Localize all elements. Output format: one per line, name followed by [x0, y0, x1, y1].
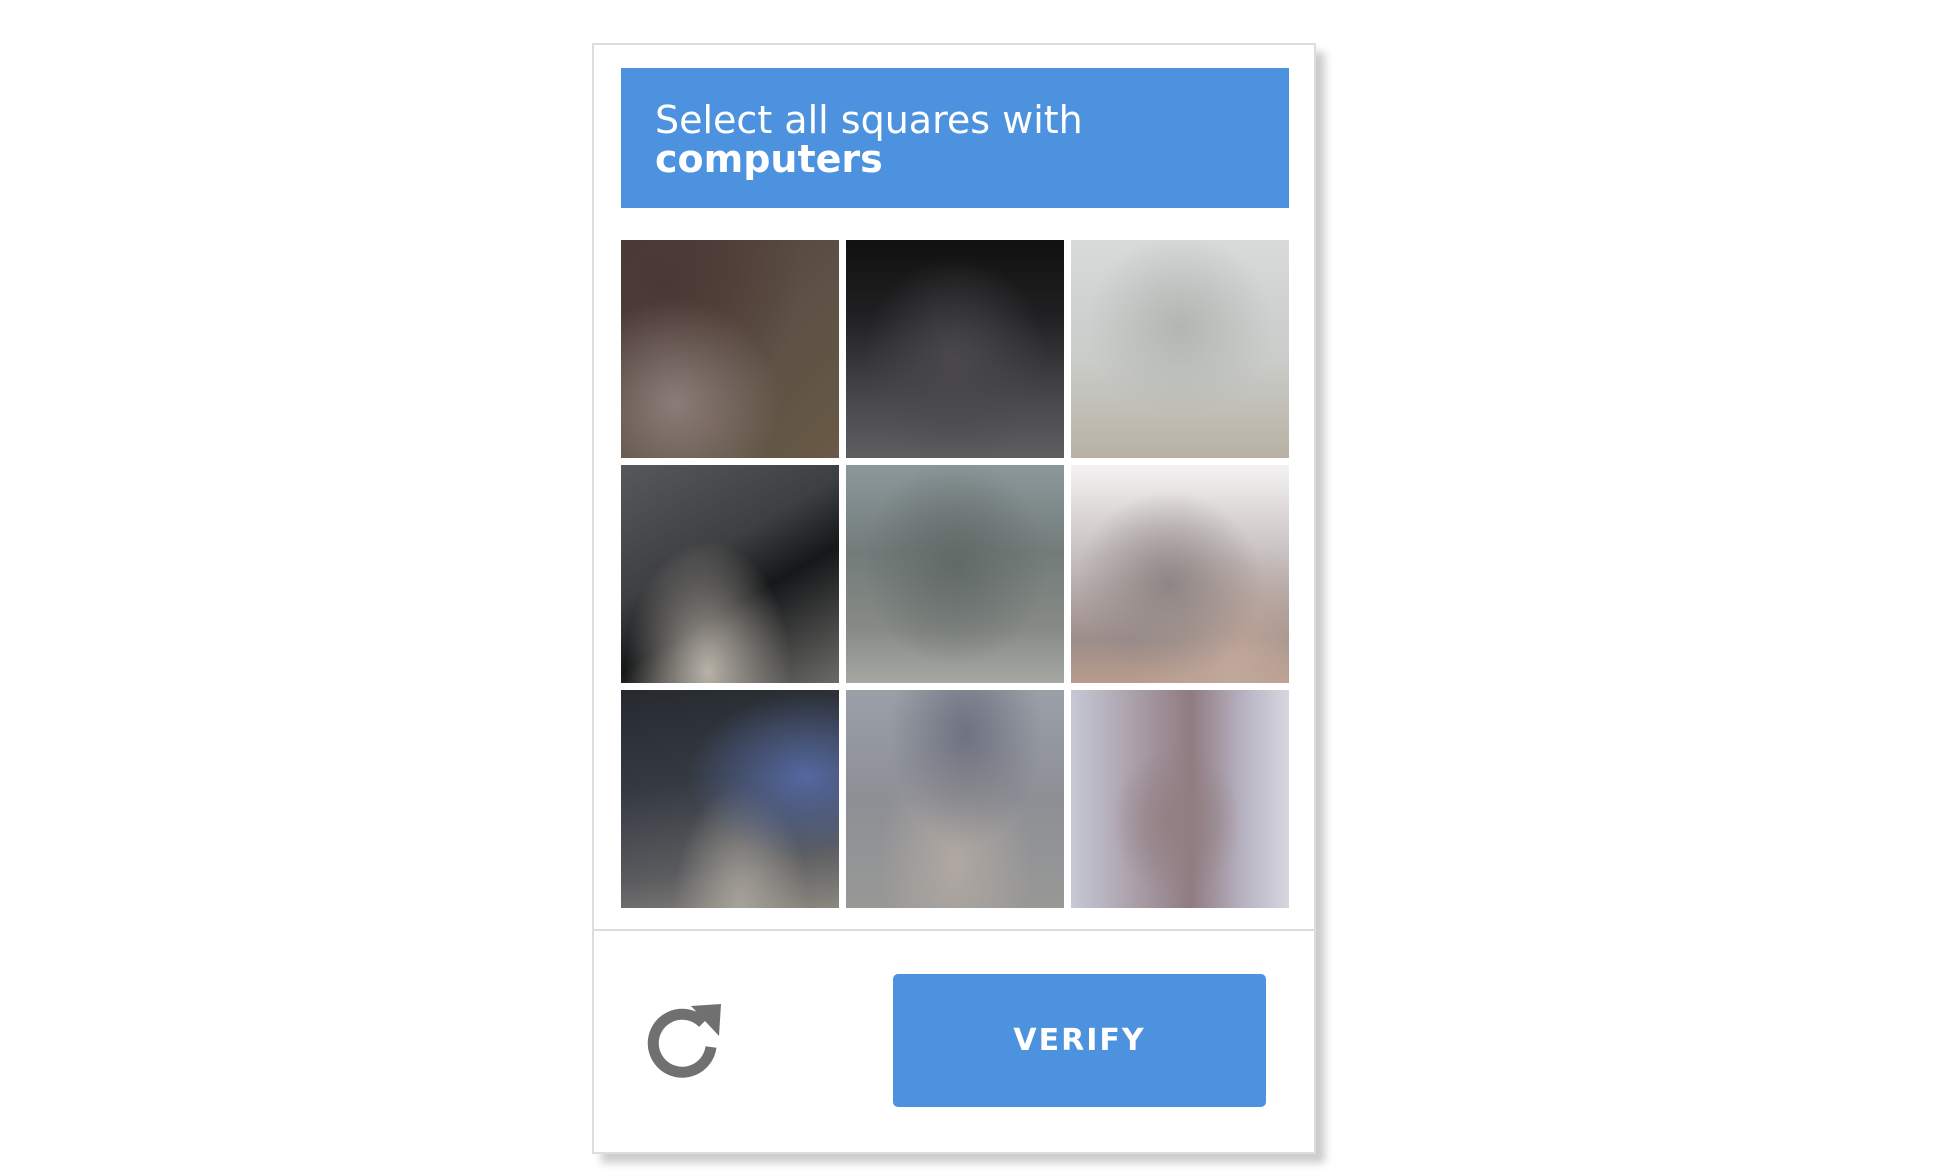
- image-tile-1[interactable]: [621, 240, 839, 458]
- image-tile-4[interactable]: [621, 465, 839, 683]
- reload-button[interactable]: [639, 996, 729, 1086]
- target-object-text: computers: [655, 137, 883, 181]
- captcha-header: Select all squares with computers: [621, 68, 1289, 208]
- image-tile-7[interactable]: [621, 690, 839, 908]
- image-tile-3[interactable]: [1071, 240, 1289, 458]
- page: Select all squares with computers VERIFY: [0, 0, 1936, 1174]
- instruction-text: Select all squares with: [655, 98, 1083, 142]
- image-tile-2[interactable]: [846, 240, 1064, 458]
- footer-divider: [594, 929, 1314, 931]
- reload-icon: [647, 1004, 721, 1078]
- verify-button[interactable]: VERIFY: [893, 974, 1266, 1107]
- image-tile-9[interactable]: [1071, 690, 1289, 908]
- captcha-dialog: Select all squares with computers VERIFY: [592, 43, 1316, 1154]
- image-tile-8[interactable]: [846, 690, 1064, 908]
- image-grid: [621, 240, 1289, 908]
- image-tile-5[interactable]: [846, 465, 1064, 683]
- image-tile-6[interactable]: [1071, 465, 1289, 683]
